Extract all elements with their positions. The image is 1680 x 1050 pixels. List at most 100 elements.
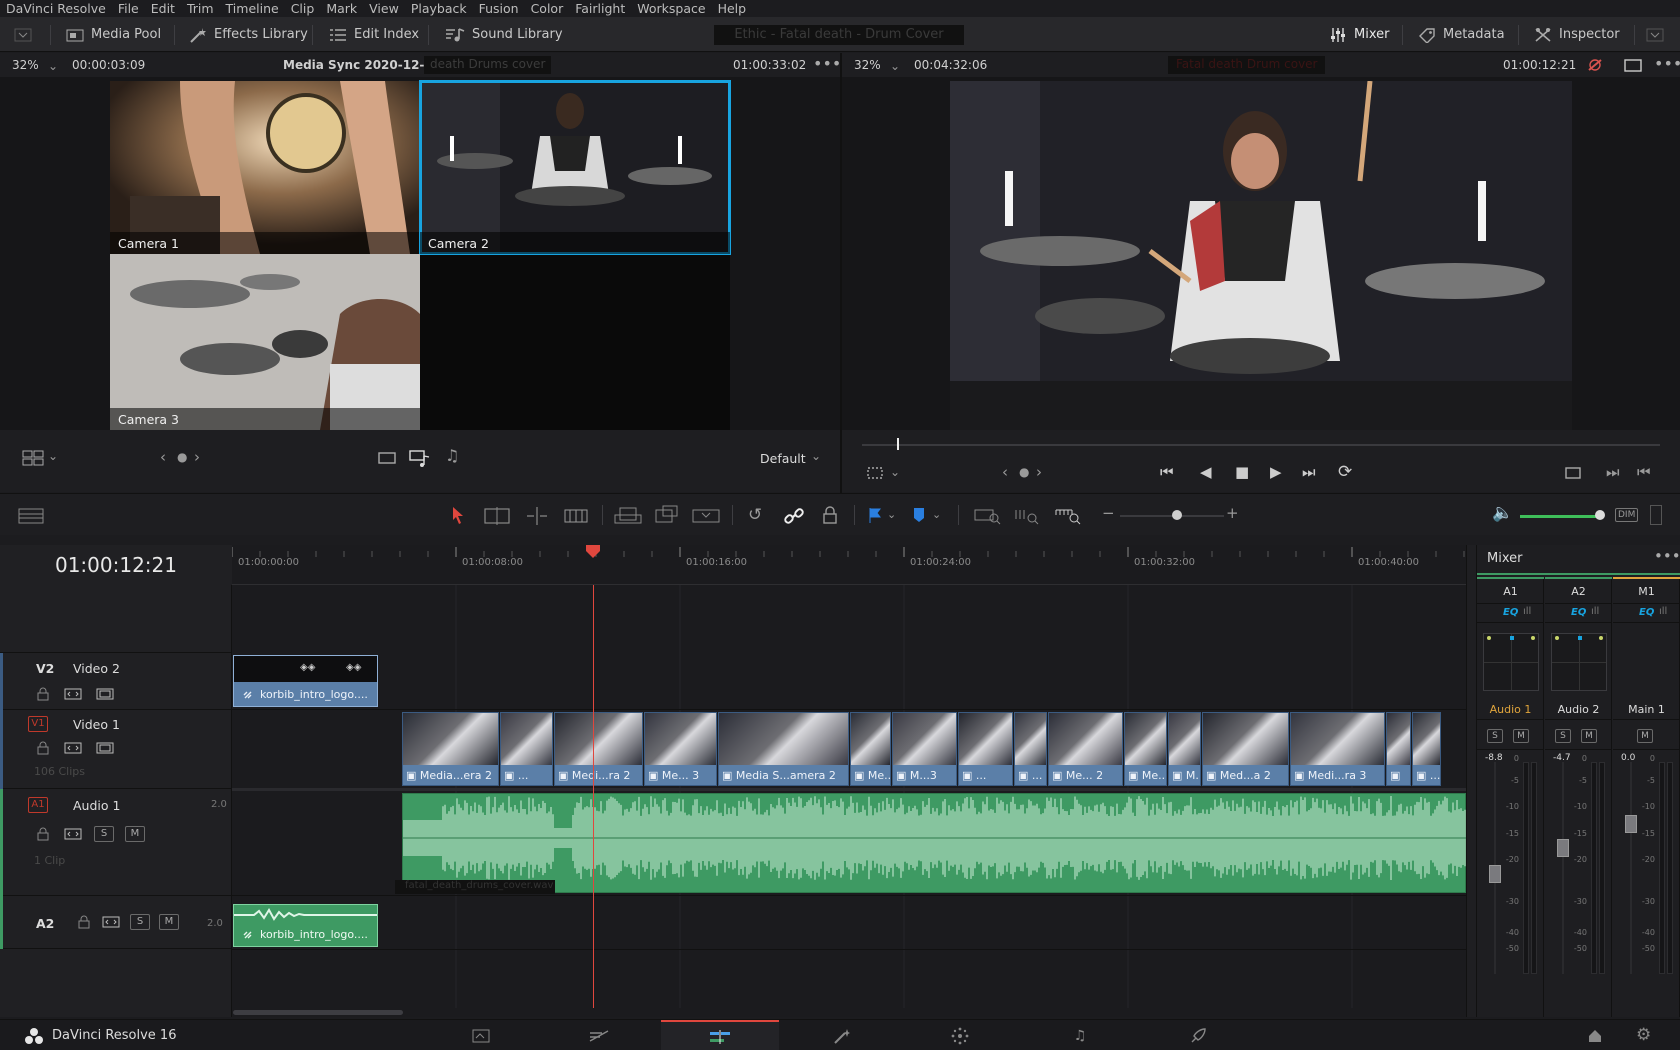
flag-icon[interactable]	[868, 507, 882, 523]
mute-button[interactable]: M	[1637, 729, 1653, 743]
mute-button[interactable]: M	[125, 826, 145, 842]
sound-library-button[interactable]: Sound Library	[445, 17, 563, 52]
playhead-line[interactable]	[593, 585, 595, 1017]
timeline-ruler[interactable]: 01:00:00:00 01:00:08:00 01:00:16:00 01:0…	[232, 545, 1466, 585]
clip-a1[interactable]: fatal_death_drums_cover.wav	[395, 793, 1466, 894]
lock-icon[interactable]	[36, 827, 50, 841]
edit-index-button[interactable]: Edit Index	[329, 17, 419, 52]
scrubber-handle[interactable]	[897, 438, 899, 450]
clip-v1[interactable]: ▣ Me... 1	[850, 712, 891, 786]
channel-name[interactable]: Main 1	[1613, 703, 1680, 716]
loop-icon[interactable]: ⟳	[1338, 464, 1352, 481]
solo-button[interactable]: S	[130, 914, 150, 930]
page-fusion-button[interactable]	[783, 1020, 901, 1050]
track-header-a2[interactable]: A2 S M 2.0	[0, 896, 232, 949]
chevron-right-icon[interactable]: ›	[194, 450, 200, 465]
camera-3-angle[interactable]: Camera 3	[110, 254, 420, 430]
volume-slider-track[interactable]	[1520, 515, 1600, 518]
mixer-button[interactable]: Mixer	[1329, 17, 1389, 52]
solo-button[interactable]: S	[1487, 729, 1503, 743]
chevron-right-icon[interactable]: ›	[1036, 465, 1042, 480]
track-name[interactable]: Video 2	[73, 661, 120, 676]
auto-select-icon[interactable]	[64, 828, 82, 840]
overwrite-clip-icon[interactable]	[655, 505, 679, 525]
clip-v1[interactable]: ▣ Media S...amera 2	[718, 712, 849, 786]
multicam-layout-icon[interactable]	[22, 450, 44, 466]
music-note-icon[interactable]: ♫	[445, 448, 459, 464]
page-media-button[interactable]	[422, 1020, 540, 1050]
meter-toggle[interactable]	[1650, 505, 1662, 525]
track-header-a1[interactable]: A1 Audio 1 2.0 S M 1 Clip	[0, 789, 232, 896]
lock-icon[interactable]	[77, 915, 91, 929]
horizontal-scrollbar[interactable]	[233, 1010, 403, 1015]
fader-track[interactable]	[1630, 762, 1632, 974]
menu-mark[interactable]: Mark	[320, 1, 363, 16]
clip-v1[interactable]: ▣ Me... 1	[1124, 712, 1167, 786]
source-viewer[interactable]: Camera 1 Camera 2 Camera 3	[0, 77, 840, 430]
menu-workspace[interactable]: Workspace	[631, 1, 711, 16]
clip-v1[interactable]: ▣ M...3	[892, 712, 957, 786]
chevron-down-icon[interactable]: ⌄	[811, 450, 821, 462]
track-header-v1[interactable]: V1 Video 1 106 Clips	[0, 710, 232, 789]
clip-v1[interactable]: ▣	[1386, 712, 1411, 786]
dim-button[interactable]: DIM	[1615, 508, 1639, 522]
track-enable-icon[interactable]	[96, 688, 114, 700]
timeline-viewer[interactable]	[842, 77, 1680, 430]
clip-v1[interactable]: ▣ Me... 3	[644, 712, 717, 786]
mute-button[interactable]: M	[1513, 729, 1529, 743]
zoom-detail-icon[interactable]	[1014, 507, 1042, 525]
eq-button[interactable]: EQ ıll	[1477, 603, 1544, 623]
reverse-play-icon[interactable]: ◀	[1200, 465, 1212, 480]
fader-handle[interactable]	[1489, 865, 1501, 883]
track-id[interactable]: A1	[28, 797, 48, 813]
page-color-button[interactable]	[901, 1020, 1019, 1050]
chevron-down-icon[interactable]: ⌄	[48, 450, 58, 462]
page-deliver-button[interactable]	[1139, 1020, 1257, 1050]
zoom-slider-handle[interactable]	[1172, 510, 1182, 520]
camera-1-angle[interactable]: Camera 1	[110, 81, 420, 254]
page-edit-button[interactable]	[661, 1020, 779, 1050]
volume-icon[interactable]: 🔈	[1492, 505, 1513, 522]
zoom-full-icon[interactable]	[974, 507, 1002, 525]
zoom-out-icon[interactable]: −	[1102, 506, 1115, 521]
clip-v1[interactable]: ▣ ...	[500, 712, 553, 786]
menu-view[interactable]: View	[363, 1, 405, 16]
panel-toggle-button[interactable]	[14, 17, 32, 52]
marker-icon[interactable]	[912, 507, 926, 523]
link-icon[interactable]	[784, 507, 804, 525]
stop-icon[interactable]: ■	[1235, 465, 1249, 480]
menu-fusion[interactable]: Fusion	[473, 1, 525, 16]
page-fairlight-button[interactable]: ♫	[1021, 1020, 1139, 1050]
trim-tool-icon[interactable]	[484, 507, 510, 525]
more-options-icon[interactable]: •••	[813, 54, 841, 73]
more-options-icon[interactable]: •••	[1654, 54, 1680, 73]
clip-a2[interactable]: korbib_intro_logo....	[233, 904, 378, 947]
pan-control[interactable]	[1551, 633, 1607, 691]
menu-color[interactable]: Color	[525, 1, 570, 16]
chevron-down-icon[interactable]: ⌄	[890, 59, 900, 73]
metadata-button[interactable]: Metadata	[1418, 17, 1505, 52]
match-frame-icon[interactable]	[1564, 466, 1582, 480]
clip-v1[interactable]: ▣ Medi...ra 3	[1290, 712, 1385, 786]
mute-button[interactable]: M	[159, 914, 179, 930]
zoom-custom-icon[interactable]	[1054, 507, 1082, 525]
zoom-in-icon[interactable]: +	[1226, 506, 1239, 521]
solo-button[interactable]: S	[94, 826, 114, 842]
clip-v1[interactable]: ▣ ...	[1014, 712, 1047, 786]
lock-icon[interactable]	[36, 741, 50, 755]
solo-button[interactable]: S	[1555, 729, 1571, 743]
viewer-mode-icon[interactable]	[1624, 59, 1642, 72]
chevron-down-icon[interactable]: ⌄	[887, 509, 896, 520]
go-to-end-icon[interactable]: ⏭	[1302, 465, 1316, 480]
clip-v1[interactable]: ▣ ...	[1412, 712, 1441, 786]
go-to-start-icon[interactable]: ⏮	[1160, 465, 1174, 480]
channel-name[interactable]: Audio 1	[1477, 703, 1544, 716]
play-icon[interactable]: ▶	[1270, 465, 1282, 480]
chevron-down-icon[interactable]: ⌄	[890, 466, 900, 478]
effects-library-button[interactable]: Effects Library	[189, 17, 308, 52]
source-clip-name[interactable]: Media Sync 2020-12-...	[283, 58, 438, 72]
fader-track[interactable]	[1562, 762, 1564, 974]
media-pool-button[interactable]: Media Pool	[66, 17, 161, 52]
chevron-left-icon[interactable]: ‹	[160, 450, 166, 465]
menu-fairlight[interactable]: Fairlight	[569, 1, 631, 16]
